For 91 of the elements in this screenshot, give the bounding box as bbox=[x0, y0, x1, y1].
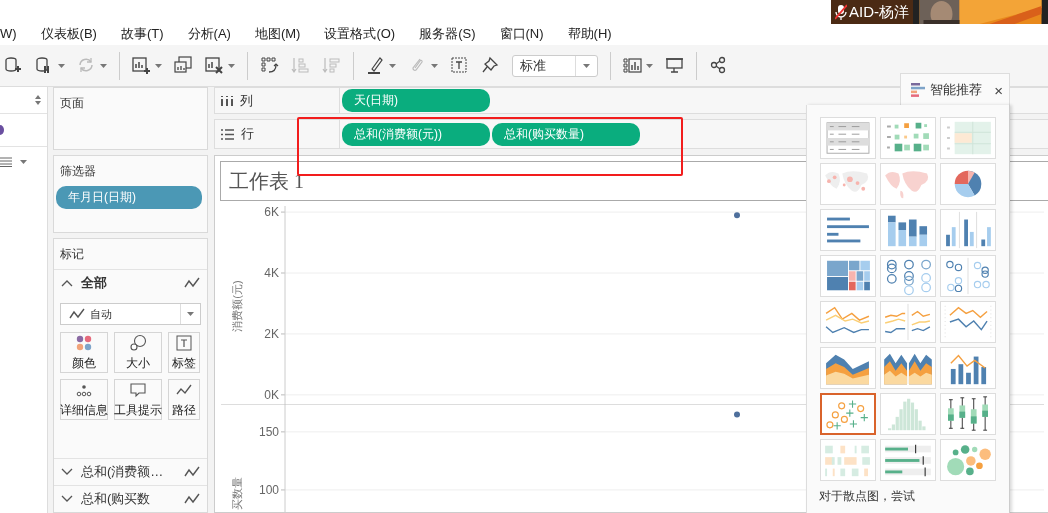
axis-tick-label: 100 bbox=[258, 482, 279, 497]
color-icon bbox=[75, 333, 93, 352]
sort-asc-icon bbox=[291, 56, 310, 75]
toolbar-button[interactable] bbox=[450, 56, 469, 75]
clear-icon bbox=[205, 56, 224, 75]
label-icon bbox=[175, 333, 193, 352]
caret-icon[interactable] bbox=[187, 312, 194, 316]
menu-item[interactable]: 故事(T) bbox=[107, 24, 175, 43]
show-me-icon bbox=[911, 83, 925, 97]
tooltip-button[interactable]: 工具提示 bbox=[114, 379, 162, 420]
chart-type-thumbnail[interactable] bbox=[820, 393, 876, 435]
detail-button[interactable]: 详细信息 bbox=[60, 379, 108, 420]
add-data-icon bbox=[4, 56, 23, 75]
data-point[interactable] bbox=[734, 212, 740, 219]
toolbar-button[interactable] bbox=[623, 56, 653, 75]
menu-item[interactable]: 服务器(S) bbox=[406, 24, 487, 43]
label-icon bbox=[450, 56, 469, 75]
participant-label: AID-杨洋 bbox=[831, 0, 913, 24]
close-button[interactable]: × bbox=[994, 81, 1009, 99]
path-button[interactable]: 路径 bbox=[168, 379, 200, 420]
sort-icon[interactable] bbox=[35, 95, 41, 105]
caret-icon[interactable] bbox=[20, 160, 27, 164]
toolbar-button[interactable] bbox=[709, 56, 728, 75]
card-title: 页面 bbox=[59, 95, 85, 112]
marks-layer-label: 总和(购买数 bbox=[81, 490, 152, 508]
axis-tick-label: 2K bbox=[264, 326, 279, 341]
menu-item[interactable]: 分析(A) bbox=[174, 24, 242, 43]
toolbar-button[interactable] bbox=[132, 56, 162, 75]
toolbar-button[interactable] bbox=[4, 56, 23, 75]
data-point[interactable] bbox=[734, 411, 740, 418]
highlight-icon bbox=[366, 56, 385, 75]
chevron-down-icon[interactable] bbox=[61, 468, 73, 476]
caret-icon[interactable] bbox=[389, 63, 396, 68]
chevron-up-icon[interactable] bbox=[61, 279, 73, 287]
rows-icon bbox=[221, 128, 234, 140]
pin-icon bbox=[481, 56, 500, 75]
list-icon[interactable] bbox=[0, 157, 12, 167]
card-title: 标记 bbox=[59, 246, 85, 263]
tooltip-icon bbox=[129, 380, 147, 399]
show-cards-icon bbox=[623, 56, 642, 75]
menu-item[interactable]: W) bbox=[0, 26, 28, 41]
present-icon bbox=[665, 56, 684, 75]
marks-layer-label: 全部 bbox=[81, 274, 108, 292]
axis-title: 消费额(元) bbox=[231, 280, 243, 332]
axis-tick-label: 4K bbox=[264, 266, 279, 280]
menu-item[interactable]: 地图(M) bbox=[241, 24, 312, 43]
refresh-icon bbox=[77, 56, 96, 75]
shelf-label: 行 bbox=[241, 125, 254, 143]
columns-icon bbox=[221, 95, 233, 106]
toolbar-button[interactable] bbox=[205, 56, 235, 75]
toolbar-button[interactable] bbox=[35, 56, 65, 75]
toolbar-button[interactable] bbox=[366, 56, 396, 75]
card-title: 筛选器 bbox=[59, 163, 97, 180]
share-icon bbox=[709, 56, 728, 75]
new-sheet-icon bbox=[132, 56, 151, 75]
field-icon bbox=[0, 125, 4, 135]
size-button[interactable]: 大小 bbox=[114, 332, 162, 373]
mark-type-dropdown[interactable]: 自动 bbox=[60, 303, 201, 325]
line-mark-icon bbox=[69, 308, 85, 320]
menu-item[interactable]: 设置格式(O) bbox=[311, 24, 407, 43]
chevron-down-icon[interactable] bbox=[61, 495, 73, 503]
line-mark-icon bbox=[184, 466, 200, 478]
axis-tick-label: 6K bbox=[264, 206, 279, 220]
panel-title: 智能推荐 bbox=[930, 81, 983, 99]
menu-item[interactable]: 帮助(H) bbox=[554, 24, 623, 43]
shelf-label: 列 bbox=[240, 91, 253, 110]
label-button[interactable]: 标签 bbox=[168, 332, 200, 373]
axis-title: 买数量 bbox=[231, 477, 243, 510]
caret-icon[interactable] bbox=[646, 63, 653, 68]
caret-icon[interactable] bbox=[583, 63, 590, 68]
caret-icon[interactable] bbox=[155, 63, 162, 68]
toolbar-button[interactable] bbox=[481, 56, 500, 75]
caret-icon[interactable] bbox=[58, 63, 65, 68]
menu-item[interactable]: 仪表板(B) bbox=[27, 24, 108, 43]
duplicate-icon bbox=[174, 56, 193, 75]
toolbar-button[interactable] bbox=[665, 56, 684, 75]
hint-text: 对于散点图，尝试 bbox=[819, 490, 915, 503]
axis-tick-label: 150 bbox=[258, 424, 279, 439]
fit-dropdown[interactable]: 标准 bbox=[512, 54, 598, 77]
marks-layer-label: 总和(消费额… bbox=[81, 463, 165, 481]
menu-item[interactable]: 窗口(N) bbox=[486, 24, 555, 43]
line-mark-icon bbox=[184, 277, 200, 289]
sort-desc-icon bbox=[322, 56, 341, 75]
swap-icon bbox=[260, 56, 279, 75]
caret-icon[interactable] bbox=[228, 63, 235, 68]
size-icon bbox=[129, 333, 147, 352]
axis-tick-label: 0K bbox=[264, 387, 279, 402]
line-mark-icon bbox=[184, 493, 200, 505]
toolbar-button[interactable] bbox=[174, 56, 193, 75]
toolbar-button[interactable] bbox=[260, 56, 279, 75]
color-button[interactable]: 颜色 bbox=[60, 332, 108, 373]
